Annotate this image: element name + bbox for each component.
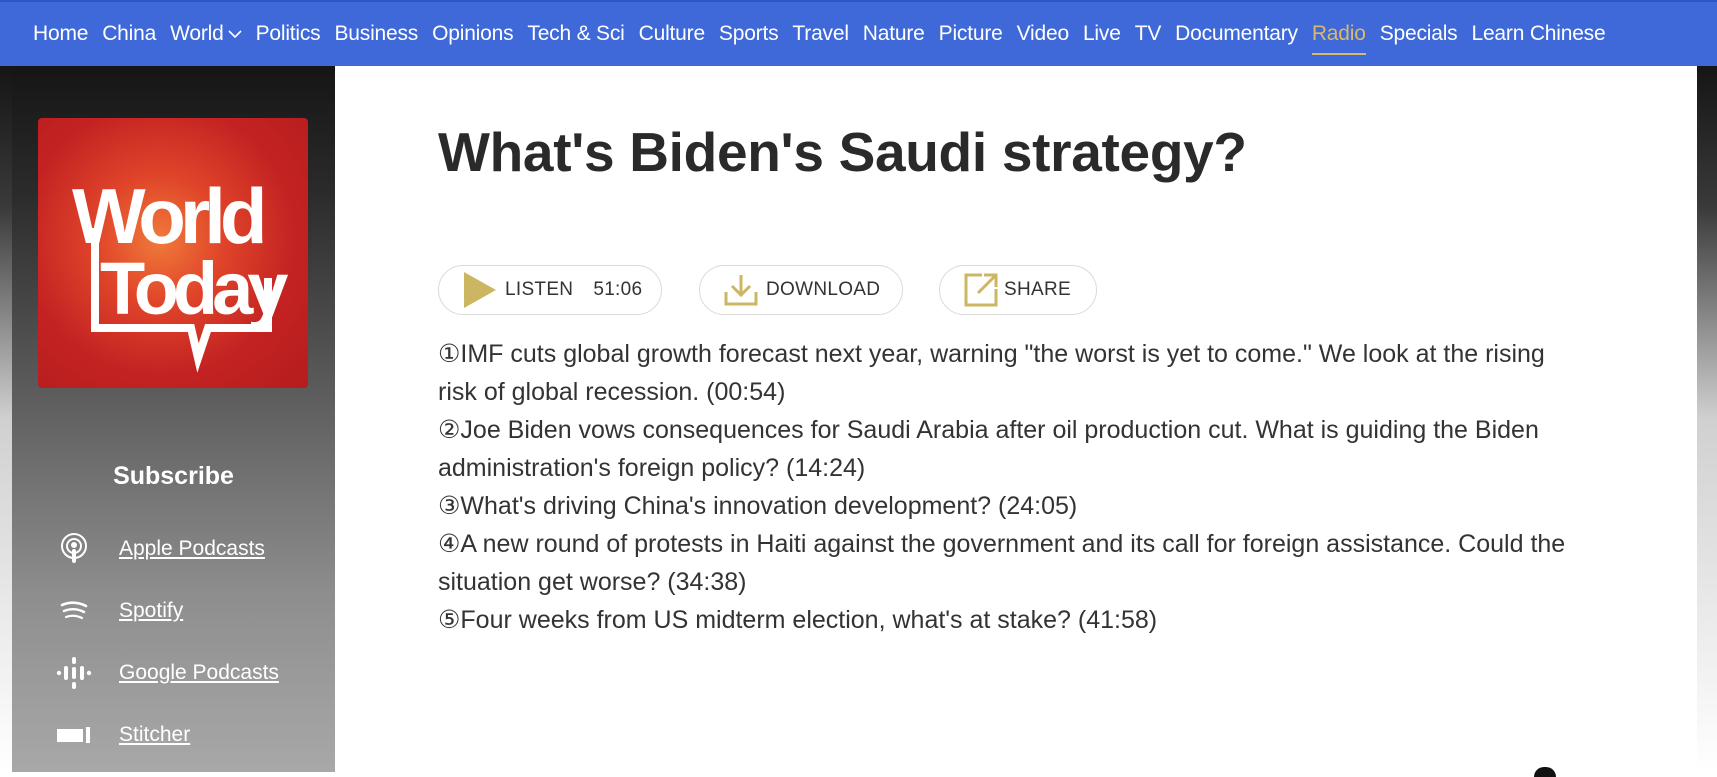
- nav-item-tech-sci[interactable]: Tech & Sci: [527, 22, 624, 46]
- subscribe-google-podcasts: Google Podcasts: [56, 657, 279, 689]
- stitcher-link[interactable]: Stitcher: [119, 723, 190, 747]
- episode-main: What's Biden's Saudi strategy? LISTEN 51…: [335, 66, 1697, 772]
- logo-art: World Today: [72, 172, 294, 373]
- nav-item-label: Home: [33, 22, 89, 45]
- subscribe-heading: Subscribe: [113, 462, 234, 490]
- episode-duration: 51:06: [593, 279, 643, 300]
- top-nav: Home China World Politics Business Opini…: [0, 0, 1717, 66]
- share-icon: [964, 273, 998, 307]
- share-button[interactable]: SHARE: [939, 265, 1097, 315]
- share-label: SHARE: [1004, 279, 1071, 300]
- subscribe-apple-podcasts: Apple Podcasts: [56, 533, 265, 565]
- nav-item-label: Opinions: [432, 22, 514, 45]
- nav-item-label: Specials: [1379, 22, 1458, 45]
- nav-item-label: Learn Chinese: [1471, 22, 1606, 45]
- logo-text-today: Today: [100, 247, 288, 330]
- nav-item-label: Travel: [792, 22, 849, 45]
- download-button[interactable]: DOWNLOAD: [699, 265, 903, 315]
- nav-item-label: Business: [334, 22, 419, 45]
- listen-label: LISTEN: [505, 279, 574, 300]
- nav-item-politics[interactable]: Politics: [256, 22, 321, 46]
- description-item: ③What's driving China's innovation devel…: [438, 492, 1078, 520]
- nav-list: Home China World Politics Business Opini…: [33, 2, 1619, 66]
- page-background-left: [0, 66, 12, 772]
- nav-item-learn-chinese[interactable]: Learn Chinese: [1471, 22, 1605, 46]
- description-item: ④A new round of protests in Haiti agains…: [438, 530, 1566, 596]
- nav-item-nature[interactable]: Nature: [863, 22, 925, 46]
- nav-item-sports[interactable]: Sports: [719, 22, 779, 46]
- nav-item-radio[interactable]: Radio: [1311, 22, 1366, 55]
- nav-item-business[interactable]: Business: [334, 22, 418, 46]
- description-item: ⑤Four weeks from US midterm election, wh…: [438, 606, 1158, 634]
- nav-item-home[interactable]: Home: [33, 22, 88, 46]
- nav-item-documentary[interactable]: Documentary: [1175, 22, 1298, 46]
- stitcher-icon: [56, 719, 92, 751]
- nav-item-specials[interactable]: Specials: [1380, 22, 1458, 46]
- nav-item-label: Picture: [938, 22, 1003, 45]
- nav-item-label: Documentary: [1175, 22, 1298, 45]
- nav-item-label: Radio: [1311, 22, 1366, 45]
- subscribe-spotify: Spotify: [56, 595, 183, 627]
- description-item: ①IMF cuts global growth forecast next ye…: [438, 340, 1545, 406]
- nav-item-china[interactable]: China: [102, 22, 156, 46]
- google-podcasts-icon: [56, 657, 92, 689]
- nav-item-world[interactable]: World: [170, 22, 242, 46]
- nav-item-label: Video: [1016, 22, 1070, 45]
- subscribe-stitcher: Stitcher: [56, 719, 190, 751]
- description-item: ②Joe Biden vows consequences for Saudi A…: [438, 416, 1539, 482]
- nav-item-label: Sports: [718, 22, 779, 45]
- nav-item-label: World: [170, 22, 224, 45]
- chevron-down-icon: [227, 30, 242, 39]
- download-label: DOWNLOAD: [766, 279, 881, 300]
- nav-item-label: China: [102, 22, 157, 45]
- nav-item-video[interactable]: Video: [1016, 22, 1070, 46]
- google-podcasts-link[interactable]: Google Podcasts: [119, 661, 279, 685]
- nav-item-travel[interactable]: Travel: [792, 22, 849, 46]
- episode-description: ①IMF cuts global growth forecast next ye…: [438, 335, 1588, 639]
- nav-item-picture[interactable]: Picture: [939, 22, 1003, 46]
- apple-podcasts-link[interactable]: Apple Podcasts: [119, 537, 265, 561]
- play-icon: [464, 272, 496, 308]
- sidebar: World Today Subscribe Apple Podcasts Spo…: [12, 66, 335, 772]
- nav-item-label: Politics: [255, 22, 321, 45]
- spotify-icon: [56, 595, 92, 627]
- world-today-logo: World Today: [38, 118, 308, 388]
- episode-title: What's Biden's Saudi strategy?: [438, 121, 1247, 183]
- nav-item-label: Live: [1082, 22, 1121, 45]
- nav-item-live[interactable]: Live: [1083, 22, 1121, 46]
- nav-item-label: TV: [1134, 22, 1162, 45]
- nav-item-label: Nature: [862, 22, 925, 45]
- nav-item-opinions[interactable]: Opinions: [432, 22, 513, 46]
- nav-item-label: Tech & Sci: [527, 22, 625, 45]
- podcast-icon: [56, 533, 92, 565]
- spotify-link[interactable]: Spotify: [119, 599, 183, 623]
- listen-button[interactable]: LISTEN 51:06: [438, 265, 662, 315]
- nav-item-tv[interactable]: TV: [1134, 22, 1162, 46]
- download-icon: [724, 275, 758, 306]
- nav-item-label: Culture: [638, 22, 705, 45]
- nav-item-culture[interactable]: Culture: [639, 22, 705, 46]
- page-background-right: [1697, 66, 1717, 772]
